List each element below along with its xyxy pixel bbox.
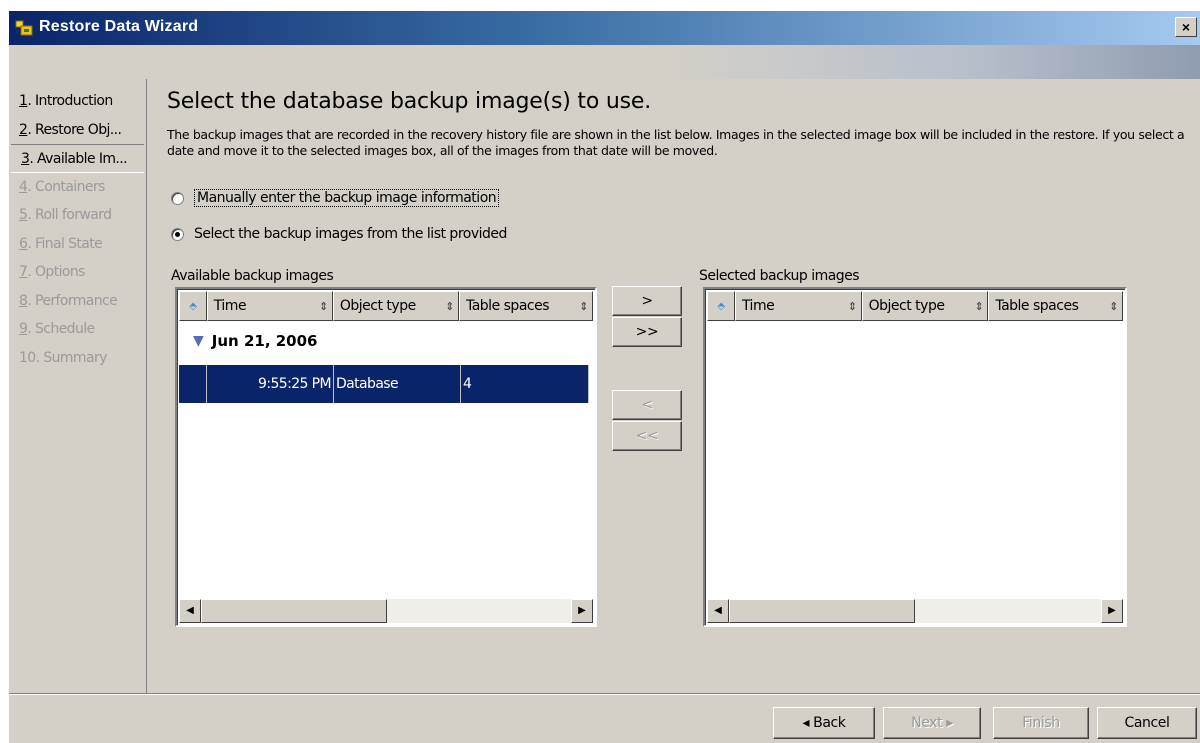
sort-icon: ⇕ [1109,299,1119,313]
restore-data-wizard-window: Restore Data Wizard × 1. Introduction 2.… [8,10,1200,743]
footer-separator [9,693,1200,695]
finish-button[interactable]: Finish [993,707,1089,739]
title-bar: Restore Data Wizard × [9,11,1200,45]
window-title: Restore Data Wizard [39,18,199,35]
add-selected-button[interactable]: > [612,286,682,316]
nav-step-performance: 8. Performance [19,292,118,309]
scrollbar-track[interactable] [387,599,571,623]
sort-icon: ⇕ [974,299,984,313]
table-header: ⬘ Time ⇕ Object type ⇕ Table spaces ⇕ [179,291,594,321]
available-images-label: Available backup images [171,268,334,284]
sort-indicator-icon: ⬘ [717,300,725,312]
select-column-header[interactable]: ⬘ [707,291,735,321]
nav-step-available-images[interactable]: 3. Available Im... [11,144,144,173]
wizard-step-nav: 1. Introduction 2. Restore Obj... 3. Ava… [9,79,147,693]
table-row[interactable]: 9:55:25 PM Database 4 [179,365,589,403]
nav-step-restore-objects[interactable]: 2. Restore Obj... [9,116,146,145]
add-all-button[interactable]: >> [612,317,682,347]
header-banner [9,45,1200,79]
page-description: The backup images that are recorded in t… [167,127,1185,158]
close-icon: × [1181,19,1191,35]
remove-selected-button[interactable]: < [612,390,682,420]
nav-step-schedule: 9. Schedule [19,321,95,337]
scroll-left-icon[interactable]: ◀ [707,599,729,623]
available-images-table[interactable]: ⬘ Time ⇕ Object type ⇕ Table spaces ⇕ ▼ Jun… [175,287,597,627]
select-column-header[interactable]: ⬘ [179,291,207,321]
radio-select-from-list[interactable]: Select the backup images from the list p… [171,223,507,245]
wizard-app-icon [15,20,33,36]
nav-step-roll-forward: 5. Roll forward [19,207,112,223]
nav-step-containers: 4. Containers [19,178,105,195]
radio-manual-entry[interactable]: Manually enter the backup image informat… [171,187,500,209]
scrollbar-track[interactable] [915,599,1101,623]
cell-time: 9:55:25 PM [207,365,334,403]
scrollbar-thumb[interactable] [729,599,915,623]
date-group-row[interactable]: ▼ Jun 21, 2006 [179,327,317,355]
row-indent-cell [179,365,207,403]
column-header-table-spaces[interactable]: Table spaces ⇕ [458,291,594,321]
horizontal-scrollbar[interactable]: ◀ ▶ [707,599,1123,623]
scroll-right-icon[interactable]: ▶ [571,599,593,623]
radio-manual-label: Manually enter the backup image informat… [194,189,500,207]
page-title: Select the database backup image(s) to u… [167,89,652,114]
remove-all-button[interactable]: << [612,421,682,451]
radio-button[interactable] [171,191,184,205]
cancel-button[interactable]: Cancel [1097,707,1197,739]
scroll-right-icon[interactable]: ▶ [1101,599,1123,623]
nav-step-introduction[interactable]: 1. Introduction [9,87,146,116]
nav-step-final-state: 6. Final State [19,235,103,252]
selected-images-label: Selected backup images [699,268,860,284]
column-header-object-type[interactable]: Object type ⇕ [861,291,989,321]
expand-triangle-icon[interactable]: ▼ [193,333,204,349]
sort-icon: ⇕ [319,299,328,313]
back-button[interactable]: ◂ Back [773,707,875,739]
sort-icon: ⇕ [579,299,589,313]
horizontal-scrollbar[interactable]: ◀ ▶ [179,599,593,623]
sort-icon: ⇕ [445,299,454,313]
radio-list-label: Select the backup images from the list p… [194,226,507,242]
column-header-time[interactable]: Time ⇕ [206,291,333,321]
cell-object-type: Database [334,365,461,403]
close-button[interactable]: × [1175,17,1197,37]
cell-table-spaces: 4 [461,365,589,403]
nav-step-summary: 10. Summary [19,349,107,366]
date-group-label: Jun 21, 2006 [211,332,318,350]
column-header-object-type[interactable]: Object type ⇕ [332,291,459,321]
sort-icon: ⇕ [847,299,857,313]
radio-button-checked[interactable] [171,227,184,241]
next-button[interactable]: Next ▸ [883,707,981,739]
scrollbar-thumb[interactable] [201,599,387,623]
scroll-left-icon[interactable]: ◀ [179,599,201,623]
column-header-table-spaces[interactable]: Table spaces ⇕ [988,291,1124,321]
table-header: ⬘ Time ⇕ Object type ⇕ Table spaces ⇕ [707,291,1124,321]
column-header-time[interactable]: Time ⇕ [734,291,862,321]
nav-step-options: 7. Options [19,264,85,280]
selected-images-table[interactable]: ⬘ Time ⇕ Object type ⇕ Table spaces ⇕ ◀ ▶ [703,287,1127,627]
sort-indicator-icon: ⬘ [189,300,197,312]
